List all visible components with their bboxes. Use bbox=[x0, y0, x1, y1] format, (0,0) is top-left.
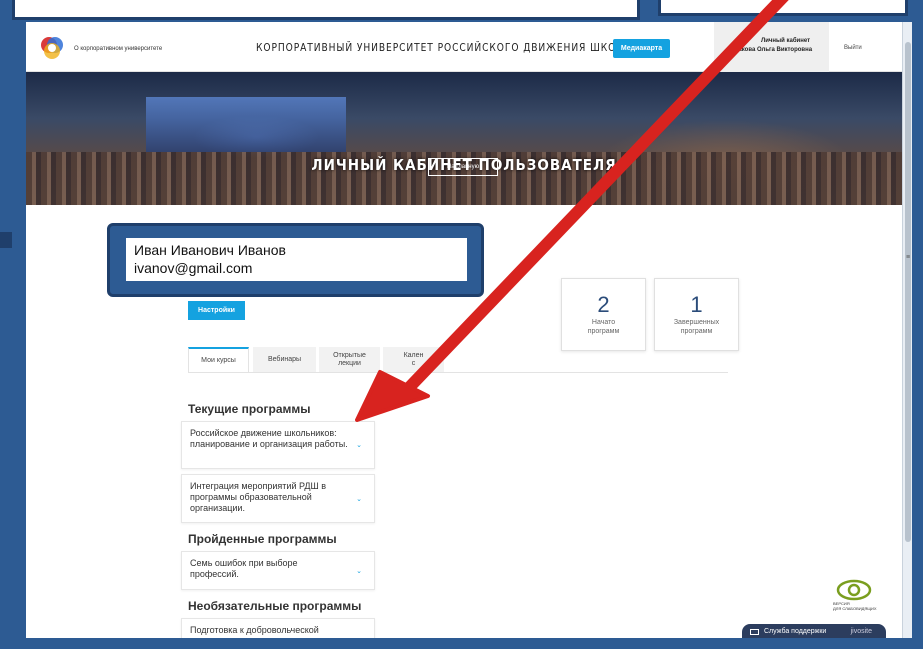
scrollbar[interactable]: ≡ bbox=[902, 22, 912, 638]
scroll-marker: ≡ bbox=[906, 254, 911, 261]
chevron-down-icon[interactable]: ⌄ bbox=[356, 494, 362, 505]
chevron-down-icon[interactable]: ⌄ bbox=[356, 566, 362, 577]
course-item[interactable]: Семь ошибок при выборе профессий. ⌄ bbox=[181, 551, 375, 590]
stat-label: Завершенных bbox=[673, 319, 720, 326]
course-item[interactable]: Интеграция мероприятий РДШ в программы о… bbox=[181, 474, 375, 523]
tab-label: Кален bbox=[403, 352, 424, 359]
hero-banner: ЛИЧНЫЙ КАБИНЕТ ПОЛЬЗОВАТЕЛЯ bbox=[26, 72, 902, 205]
cabinet-label: Личный кабинет bbox=[761, 38, 811, 44]
mail-icon bbox=[750, 629, 759, 635]
frame-left bbox=[10, 22, 26, 638]
site-title: КОРПОРАТИВНЫЙ УНИВЕРСИТЕТ РОССИЙСКОГО ДВ… bbox=[256, 41, 670, 54]
stat-label: Начато bbox=[591, 319, 616, 326]
section-completed-title: Пройденные программы bbox=[188, 532, 337, 546]
tab-label: лекции bbox=[338, 360, 361, 367]
tabs-divider bbox=[188, 372, 728, 373]
stat-value: 1 bbox=[690, 292, 703, 317]
stat-label: программ bbox=[680, 328, 713, 335]
section-optional-title: Необязательные программы bbox=[188, 599, 362, 613]
eye-icon[interactable] bbox=[836, 578, 872, 602]
user-name: Иван Иванович Иванов bbox=[134, 242, 286, 258]
stat-completed: 1 Завершенных программ bbox=[654, 278, 739, 351]
scrollbar-thumb[interactable] bbox=[905, 42, 911, 542]
section-current-title: Текущие программы bbox=[188, 402, 311, 416]
frame-notch bbox=[0, 232, 12, 248]
user-email: ivanov@gmail.com bbox=[134, 260, 253, 276]
address-area bbox=[658, 0, 908, 16]
support-label: Служба поддержки bbox=[764, 628, 827, 635]
frame-bottom bbox=[0, 638, 923, 649]
support-widget[interactable]: Служба поддержки jivosite bbox=[742, 624, 886, 638]
stat-started: 2 Начато программ bbox=[561, 278, 646, 351]
chevron-down-icon[interactable]: ⌄ bbox=[356, 440, 362, 451]
tab-open-lectures[interactable]: Открытые лекции bbox=[319, 347, 380, 373]
course-title: Интеграция мероприятий РДШ в программы о… bbox=[190, 481, 327, 513]
university-logo-icon[interactable] bbox=[38, 34, 66, 62]
settings-button[interactable]: Настройки bbox=[188, 301, 245, 320]
logout-link[interactable]: Выйти bbox=[844, 45, 862, 51]
course-item[interactable]: Подготовка к добровольческой bbox=[181, 618, 375, 638]
support-brand: jivosite bbox=[850, 628, 872, 635]
course-item[interactable]: Российское движение школьников: планиров… bbox=[181, 421, 375, 469]
bookmarks-bar bbox=[12, 0, 640, 20]
about-university-link[interactable]: О корпоративном университете bbox=[74, 46, 162, 52]
media-map-button[interactable]: Медиакарта bbox=[613, 39, 670, 58]
tab-my-courses[interactable]: Мои курсы bbox=[188, 347, 249, 373]
hero-stage-image bbox=[146, 97, 346, 152]
accessibility-label[interactable]: ВЕРСИЯ ДЛЯ СЛАБОВИДЯЩИХ bbox=[833, 601, 877, 611]
course-title: Российское движение школьников: планиров… bbox=[190, 428, 348, 449]
cabinet-username: Сакова Ольга Викторовна bbox=[734, 47, 813, 53]
tab-webinars[interactable]: Вебинары bbox=[253, 347, 316, 373]
stat-value: 2 bbox=[597, 292, 610, 317]
home-button[interactable]: На главную bbox=[428, 158, 498, 176]
course-title: Подготовка к добровольческой bbox=[190, 625, 319, 635]
accessibility-line: ДЛЯ СЛАБОВИДЯЩИХ bbox=[833, 606, 877, 611]
tab-label: с bbox=[411, 360, 416, 367]
site-header: О корпоративном университете КОРПОРАТИВН… bbox=[26, 22, 902, 72]
tab-label: Открытые bbox=[333, 352, 366, 359]
course-title: Семь ошибок при выборе профессий. bbox=[190, 558, 298, 579]
user-info-card: Иван Иванович Иванов ivanov@gmail.com bbox=[126, 238, 467, 281]
browser-viewport: О корпоративном университете КОРПОРАТИВН… bbox=[26, 22, 902, 638]
stat-label: программ bbox=[587, 328, 620, 335]
tab-calendar[interactable]: Кален с bbox=[383, 347, 444, 373]
